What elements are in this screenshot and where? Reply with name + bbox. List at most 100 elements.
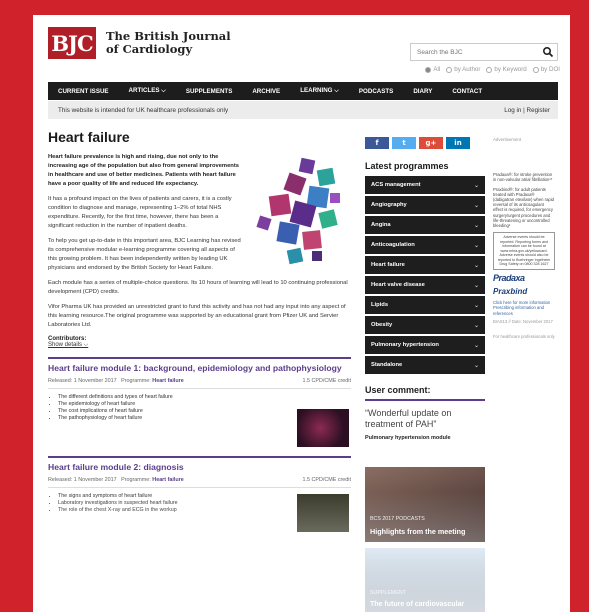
card-title: The future of cardiovascular bbox=[370, 601, 465, 608]
nav-podcasts[interactable]: PODCASTS bbox=[359, 88, 393, 95]
module-thumbnail[interactable] bbox=[297, 409, 349, 447]
list-item: The epidemiology of heart failure bbox=[58, 401, 351, 408]
card-tag: BCS 2017 PODCASTS bbox=[370, 516, 425, 522]
linkedin-share-button[interactable]: in bbox=[446, 137, 470, 149]
intro-paragraph-2: To help you get up-to-date in this impor… bbox=[48, 238, 241, 271]
search-option-all[interactable]: All bbox=[425, 66, 440, 73]
radio-icon bbox=[532, 66, 539, 73]
login-register-link[interactable]: Log in | Register bbox=[504, 107, 550, 114]
programme-item[interactable]: Pulmonary hypertension ⌄ bbox=[365, 336, 485, 354]
programme-item[interactable]: Heart valve disease ⌄ bbox=[365, 276, 485, 294]
nav-learning[interactable]: LEARNING ⌵ bbox=[300, 87, 339, 95]
advertisement-column: Advertisement Pradaxa®: for stroke preve… bbox=[493, 137, 555, 339]
module-programme-link[interactable]: Heart failure bbox=[152, 477, 183, 483]
programme-label: Heart valve disease bbox=[371, 282, 425, 288]
module-thumbnail[interactable] bbox=[297, 494, 349, 532]
programme-item[interactable]: Heart failure ⌄ bbox=[365, 256, 485, 274]
programme-label: ACS management bbox=[371, 182, 421, 188]
programme-label: Heart failure bbox=[371, 262, 405, 268]
programme-item[interactable]: ACS management ⌄ bbox=[365, 176, 485, 194]
programme-list: ACS management ⌄ Angiography ⌄ Angina ⌄ Ant… bbox=[365, 176, 485, 374]
show-details-link[interactable]: Show details ⌵ bbox=[48, 342, 351, 349]
praxbind-logo[interactable]: Praxbind bbox=[493, 287, 555, 295]
nav-current-issue[interactable]: CURRENT ISSUE bbox=[58, 88, 109, 95]
ad-footer: For healthcare professionals only bbox=[493, 333, 555, 339]
facebook-share-button[interactable]: f bbox=[365, 137, 389, 149]
radio-icon bbox=[446, 66, 453, 73]
intro-paragraph-4: Vifor Pharma UK has provided an unrestri… bbox=[48, 304, 346, 328]
programme-item[interactable]: Lipids ⌄ bbox=[365, 296, 485, 314]
programme-item[interactable]: Angiography ⌄ bbox=[365, 196, 485, 214]
nav-contact[interactable]: CONTACT bbox=[452, 88, 482, 95]
intro-lead: Heart failure prevalence is high and ris… bbox=[48, 154, 240, 187]
option-label: All bbox=[433, 66, 441, 73]
uk-notice-bar: This website is intended for UK healthca… bbox=[48, 101, 558, 119]
logo-title-line2: of Cardiology bbox=[106, 42, 193, 56]
search-input[interactable] bbox=[411, 48, 539, 56]
search-options: All by Author by Keyword by DOI bbox=[425, 66, 560, 73]
nav-diary[interactable]: DIARY bbox=[413, 88, 432, 95]
list-item: The different definitions and types of h… bbox=[58, 394, 351, 401]
programme-item[interactable]: Obesity ⌄ bbox=[365, 316, 485, 334]
module-credit: 1.5 CPD/CME credit bbox=[302, 378, 351, 384]
sidebar: f t g+ in Latest programmes ACS manageme… bbox=[365, 137, 485, 612]
nav-archive[interactable]: ARCHIVE bbox=[252, 88, 280, 95]
nav-supplements[interactable]: SUPPLEMENTS bbox=[186, 88, 232, 95]
chevron-down-icon: ⌄ bbox=[473, 282, 479, 289]
module-meta: Released: 1 November 2017 Programme: Hea… bbox=[48, 477, 351, 488]
pradaxa-logo[interactable]: Pradaxa bbox=[493, 273, 555, 282]
programme-item[interactable]: Angina ⌄ bbox=[365, 216, 485, 234]
programme-label: Pulmonary hypertension bbox=[371, 342, 439, 348]
card-title: Highlights from the meeting bbox=[370, 527, 466, 536]
podcast-card[interactable]: BCS 2017 PODCASTS Highlights from the me… bbox=[365, 467, 485, 542]
user-comment-source[interactable]: Pulmonary hypertension module bbox=[365, 435, 485, 441]
module-released: Released: 1 November 2017 bbox=[48, 378, 117, 384]
advertisement-label: Advertisement bbox=[493, 137, 522, 142]
radio-icon bbox=[486, 66, 493, 73]
latest-programmes-heading: Latest programmes bbox=[365, 161, 449, 171]
option-label: by Author bbox=[454, 66, 481, 73]
search-icon[interactable] bbox=[542, 46, 554, 58]
programme-label: Angina bbox=[371, 222, 391, 228]
bjc-logo[interactable]: BJC The British Journal of Cardiology bbox=[48, 27, 231, 59]
notice-text: This website is intended for UK healthca… bbox=[58, 106, 229, 114]
twitter-share-button[interactable]: t bbox=[392, 137, 416, 149]
supplement-card[interactable]: SUPPLEMENT The future of cardiovascular bbox=[365, 548, 485, 612]
option-label: by Keyword bbox=[494, 66, 527, 73]
nav-articles[interactable]: ARTICLES ⌵ bbox=[129, 87, 166, 95]
page-title: Heart failure bbox=[48, 129, 130, 145]
programme-item[interactable]: Anticoagulation ⌄ bbox=[365, 236, 485, 254]
chevron-down-icon: ⌄ bbox=[473, 322, 479, 329]
programme-label: Obesity bbox=[371, 322, 393, 328]
chevron-down-icon: ⌄ bbox=[473, 362, 479, 369]
programme-label: Anticoagulation bbox=[371, 242, 415, 248]
heart-cubes-illustration bbox=[256, 157, 340, 265]
googleplus-share-button[interactable]: g+ bbox=[419, 137, 443, 149]
option-label: by DOI bbox=[540, 66, 560, 73]
chevron-down-icon: ⌄ bbox=[473, 202, 479, 209]
programme-label: Standalone bbox=[371, 362, 403, 368]
module-programme-link[interactable]: Heart failure bbox=[152, 378, 183, 384]
programme-item[interactable]: Standalone ⌄ bbox=[365, 356, 485, 374]
module-released-programme: Released: 1 November 2017 Programme: Hea… bbox=[48, 477, 184, 483]
module-title[interactable]: Heart failure module 1: background, epid… bbox=[48, 363, 351, 373]
module-title[interactable]: Heart failure module 2: diagnosis bbox=[48, 462, 351, 472]
search-option-author[interactable]: by Author bbox=[446, 66, 480, 73]
chevron-down-icon: ⌄ bbox=[473, 222, 479, 229]
module-meta: Released: 1 November 2017 Programme: Hea… bbox=[48, 378, 351, 389]
page: BJC The British Journal of Cardiology Al… bbox=[33, 15, 570, 612]
ad-reference: BIAS13 // Date: November 2017 bbox=[493, 318, 553, 324]
search-option-keyword[interactable]: by Keyword bbox=[486, 66, 527, 73]
chevron-down-icon: ⌄ bbox=[473, 262, 479, 269]
logo-mark: BJC bbox=[48, 27, 96, 59]
ad-text-pradaxa: Pradaxa®: for stroke prevention in non-v… bbox=[493, 172, 553, 183]
chevron-down-icon: ⌄ bbox=[473, 302, 479, 309]
search-option-doi[interactable]: by DOI bbox=[532, 66, 560, 73]
intro-paragraph-1: It has a profound impact on the lives of… bbox=[48, 196, 232, 229]
share-buttons: f t g+ in bbox=[365, 137, 485, 149]
intro-paragraph-3: Each module has a series of multiple-cho… bbox=[48, 280, 348, 295]
programme-label: Angiography bbox=[371, 202, 407, 208]
ad-links[interactable]: Click here for more information Prescrib… bbox=[493, 300, 555, 316]
module-released-programme: Released: 1 November 2017 Programme: Hea… bbox=[48, 378, 184, 384]
programme-label: Lipids bbox=[371, 302, 389, 308]
